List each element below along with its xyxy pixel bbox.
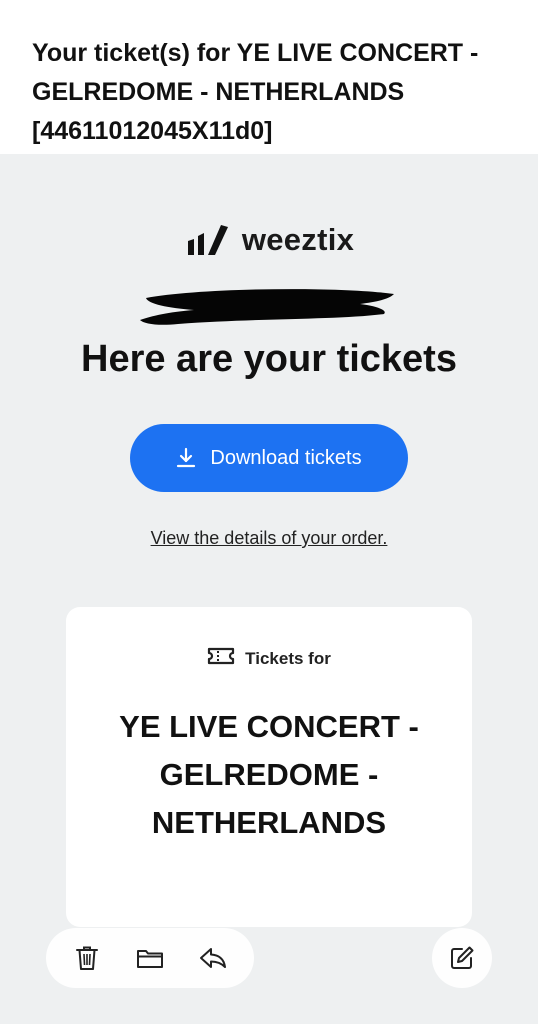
download-tickets-label: Download tickets (210, 446, 362, 469)
email-subject-bar: Your ticket(s) for YE LIVE CONCERT - GEL… (0, 0, 538, 154)
trash-icon[interactable] (67, 938, 107, 978)
download-tickets-button[interactable]: Download tickets (130, 424, 408, 492)
redacted-recipient-name (140, 289, 394, 325)
tickets-for-heading: Tickets for (66, 647, 472, 670)
reply-icon[interactable] (193, 938, 233, 978)
page-headline: Here are your tickets (81, 338, 457, 380)
mail-toolbar-actions (46, 928, 254, 988)
download-icon (176, 447, 196, 469)
ticket-icon (207, 647, 235, 670)
ticket-card: Tickets for YE LIVE CONCERT - GELREDOME … (66, 607, 472, 927)
weeztix-logo: weeztix (0, 222, 538, 258)
brand-name: weeztix (241, 222, 355, 257)
tickets-for-label: Tickets for (245, 648, 331, 668)
event-name: YE LIVE CONCERT - GELREDOME - NETHERLAND… (119, 709, 419, 840)
view-order-details-link[interactable]: View the details of your order. (0, 528, 538, 549)
email-subject: Your ticket(s) for YE LIVE CONCERT - GEL… (32, 39, 479, 145)
weeztix-bars-icon (184, 223, 232, 257)
folder-icon[interactable] (130, 938, 170, 978)
compose-toolbar (432, 928, 492, 988)
compose-icon[interactable] (442, 938, 482, 978)
